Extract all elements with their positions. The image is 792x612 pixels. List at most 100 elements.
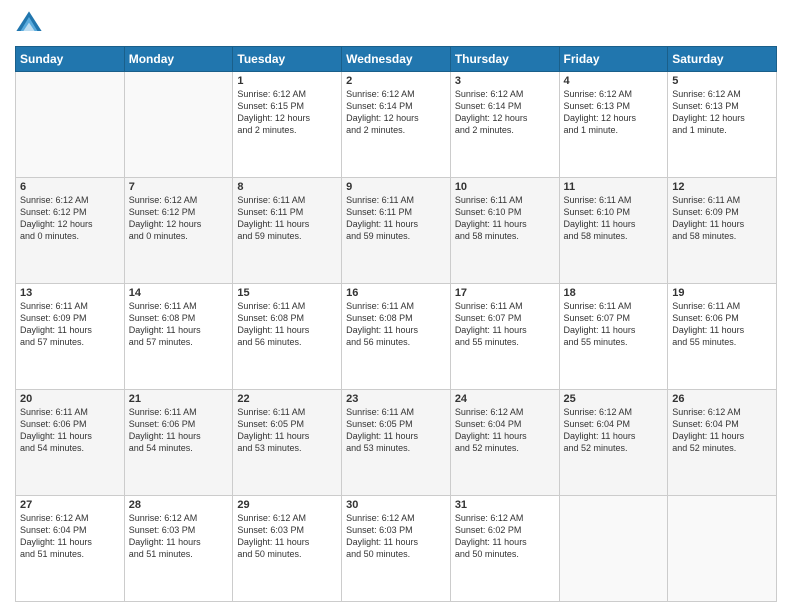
calendar-cell: 7Sunrise: 6:12 AM Sunset: 6:12 PM Daylig… [124,178,233,284]
day-number: 5 [672,75,772,87]
day-number: 11 [564,181,664,193]
day-info: Sunrise: 6:12 AM Sunset: 6:03 PM Dayligh… [237,512,337,561]
calendar-week-row: 6Sunrise: 6:12 AM Sunset: 6:12 PM Daylig… [16,178,777,284]
calendar-cell: 26Sunrise: 6:12 AM Sunset: 6:04 PM Dayli… [668,390,777,496]
day-info: Sunrise: 6:11 AM Sunset: 6:06 PM Dayligh… [672,300,772,349]
day-number: 8 [237,181,337,193]
day-info: Sunrise: 6:11 AM Sunset: 6:09 PM Dayligh… [20,300,120,349]
day-number: 10 [455,181,555,193]
day-number: 1 [237,75,337,87]
calendar-cell: 27Sunrise: 6:12 AM Sunset: 6:04 PM Dayli… [16,496,125,602]
day-number: 7 [129,181,229,193]
calendar-cell: 11Sunrise: 6:11 AM Sunset: 6:10 PM Dayli… [559,178,668,284]
calendar-week-row: 13Sunrise: 6:11 AM Sunset: 6:09 PM Dayli… [16,284,777,390]
calendar-cell: 19Sunrise: 6:11 AM Sunset: 6:06 PM Dayli… [668,284,777,390]
day-number: 21 [129,393,229,405]
calendar-cell: 2Sunrise: 6:12 AM Sunset: 6:14 PM Daylig… [342,72,451,178]
day-info: Sunrise: 6:11 AM Sunset: 6:11 PM Dayligh… [346,194,446,243]
calendar-week-row: 1Sunrise: 6:12 AM Sunset: 6:15 PM Daylig… [16,72,777,178]
day-number: 15 [237,287,337,299]
day-info: Sunrise: 6:12 AM Sunset: 6:04 PM Dayligh… [20,512,120,561]
day-info: Sunrise: 6:12 AM Sunset: 6:04 PM Dayligh… [455,406,555,455]
day-number: 17 [455,287,555,299]
day-number: 2 [346,75,446,87]
header [15,10,777,38]
calendar-cell: 5Sunrise: 6:12 AM Sunset: 6:13 PM Daylig… [668,72,777,178]
day-info: Sunrise: 6:11 AM Sunset: 6:10 PM Dayligh… [455,194,555,243]
day-number: 9 [346,181,446,193]
day-number: 26 [672,393,772,405]
day-info: Sunrise: 6:12 AM Sunset: 6:15 PM Dayligh… [237,88,337,137]
day-number: 6 [20,181,120,193]
page: SundayMondayTuesdayWednesdayThursdayFrid… [0,0,792,612]
calendar-cell [124,72,233,178]
day-number: 16 [346,287,446,299]
logo [15,10,45,38]
calendar-cell: 18Sunrise: 6:11 AM Sunset: 6:07 PM Dayli… [559,284,668,390]
day-number: 31 [455,499,555,511]
day-number: 3 [455,75,555,87]
day-info: Sunrise: 6:11 AM Sunset: 6:11 PM Dayligh… [237,194,337,243]
calendar-header-saturday: Saturday [668,47,777,72]
day-info: Sunrise: 6:12 AM Sunset: 6:03 PM Dayligh… [129,512,229,561]
calendar-cell: 6Sunrise: 6:12 AM Sunset: 6:12 PM Daylig… [16,178,125,284]
calendar-cell: 21Sunrise: 6:11 AM Sunset: 6:06 PM Dayli… [124,390,233,496]
calendar-header-tuesday: Tuesday [233,47,342,72]
calendar-cell: 4Sunrise: 6:12 AM Sunset: 6:13 PM Daylig… [559,72,668,178]
day-info: Sunrise: 6:11 AM Sunset: 6:07 PM Dayligh… [455,300,555,349]
day-number: 12 [672,181,772,193]
calendar-cell: 24Sunrise: 6:12 AM Sunset: 6:04 PM Dayli… [450,390,559,496]
calendar-cell: 10Sunrise: 6:11 AM Sunset: 6:10 PM Dayli… [450,178,559,284]
calendar-cell: 16Sunrise: 6:11 AM Sunset: 6:08 PM Dayli… [342,284,451,390]
day-info: Sunrise: 6:11 AM Sunset: 6:07 PM Dayligh… [564,300,664,349]
calendar-header-wednesday: Wednesday [342,47,451,72]
day-info: Sunrise: 6:11 AM Sunset: 6:06 PM Dayligh… [129,406,229,455]
day-number: 13 [20,287,120,299]
day-number: 25 [564,393,664,405]
day-info: Sunrise: 6:11 AM Sunset: 6:08 PM Dayligh… [237,300,337,349]
day-info: Sunrise: 6:12 AM Sunset: 6:04 PM Dayligh… [564,406,664,455]
day-number: 18 [564,287,664,299]
day-number: 23 [346,393,446,405]
calendar-header-sunday: Sunday [16,47,125,72]
day-number: 30 [346,499,446,511]
calendar-cell: 29Sunrise: 6:12 AM Sunset: 6:03 PM Dayli… [233,496,342,602]
calendar-cell [16,72,125,178]
day-info: Sunrise: 6:12 AM Sunset: 6:14 PM Dayligh… [455,88,555,137]
day-info: Sunrise: 6:12 AM Sunset: 6:03 PM Dayligh… [346,512,446,561]
day-info: Sunrise: 6:12 AM Sunset: 6:04 PM Dayligh… [672,406,772,455]
day-number: 29 [237,499,337,511]
calendar-cell [668,496,777,602]
calendar-cell: 8Sunrise: 6:11 AM Sunset: 6:11 PM Daylig… [233,178,342,284]
logo-icon [15,10,43,38]
day-number: 4 [564,75,664,87]
day-info: Sunrise: 6:11 AM Sunset: 6:05 PM Dayligh… [346,406,446,455]
day-info: Sunrise: 6:12 AM Sunset: 6:14 PM Dayligh… [346,88,446,137]
day-number: 14 [129,287,229,299]
calendar-header-friday: Friday [559,47,668,72]
calendar-cell: 25Sunrise: 6:12 AM Sunset: 6:04 PM Dayli… [559,390,668,496]
day-info: Sunrise: 6:11 AM Sunset: 6:10 PM Dayligh… [564,194,664,243]
day-number: 22 [237,393,337,405]
day-info: Sunrise: 6:11 AM Sunset: 6:08 PM Dayligh… [129,300,229,349]
day-info: Sunrise: 6:11 AM Sunset: 6:09 PM Dayligh… [672,194,772,243]
calendar-cell: 14Sunrise: 6:11 AM Sunset: 6:08 PM Dayli… [124,284,233,390]
day-number: 19 [672,287,772,299]
calendar-cell: 28Sunrise: 6:12 AM Sunset: 6:03 PM Dayli… [124,496,233,602]
calendar-cell: 3Sunrise: 6:12 AM Sunset: 6:14 PM Daylig… [450,72,559,178]
calendar-cell: 17Sunrise: 6:11 AM Sunset: 6:07 PM Dayli… [450,284,559,390]
calendar-cell: 31Sunrise: 6:12 AM Sunset: 6:02 PM Dayli… [450,496,559,602]
calendar-table: SundayMondayTuesdayWednesdayThursdayFrid… [15,46,777,602]
calendar-header-monday: Monday [124,47,233,72]
calendar-cell: 22Sunrise: 6:11 AM Sunset: 6:05 PM Dayli… [233,390,342,496]
calendar-cell: 12Sunrise: 6:11 AM Sunset: 6:09 PM Dayli… [668,178,777,284]
day-info: Sunrise: 6:12 AM Sunset: 6:02 PM Dayligh… [455,512,555,561]
calendar-header-row: SundayMondayTuesdayWednesdayThursdayFrid… [16,47,777,72]
calendar-cell: 13Sunrise: 6:11 AM Sunset: 6:09 PM Dayli… [16,284,125,390]
day-number: 28 [129,499,229,511]
calendar-week-row: 27Sunrise: 6:12 AM Sunset: 6:04 PM Dayli… [16,496,777,602]
day-number: 20 [20,393,120,405]
calendar-week-row: 20 Sunrise: 6:11 AM Sunset: 6:06 PM Dayli… [16,390,777,496]
day-info: Sunrise: 6:12 AM Sunset: 6:12 PM Dayligh… [20,194,120,243]
day-number: 24 [455,393,555,405]
